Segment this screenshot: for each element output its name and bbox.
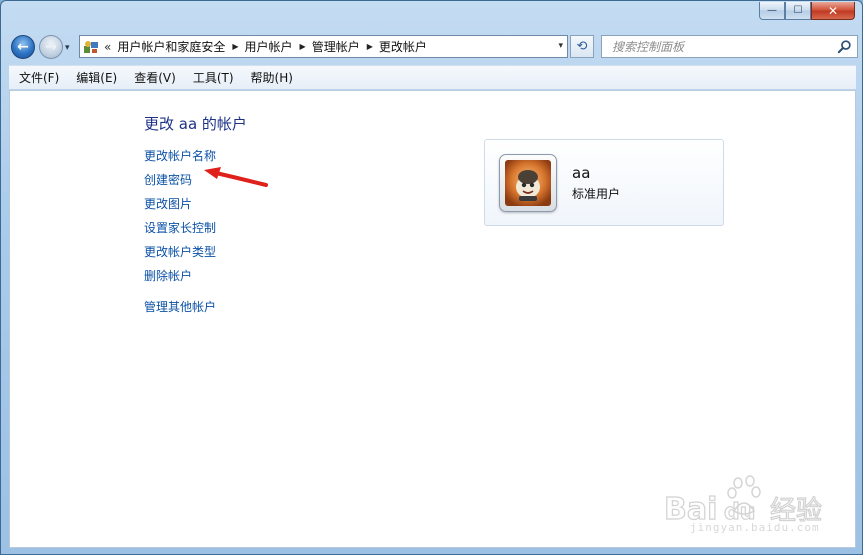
content-pane: 更改 aa 的帐户 更改帐户名称 创建密码 更改图片 设置家长控制 更改帐户类型… <box>9 90 856 548</box>
change-account-name-link[interactable]: 更改帐户名称 <box>144 147 216 164</box>
baidu-watermark-icon: Bai du 经验 <box>664 475 823 525</box>
user-avatar-icon <box>505 160 551 206</box>
caption-buttons: — ☐ ✕ <box>759 2 855 20</box>
account-name: aa <box>572 164 591 182</box>
search-icon[interactable] <box>837 39 852 54</box>
search-box[interactable]: 搜索控制面板 <box>601 35 858 58</box>
watermark-url: jingyan.baidu.com <box>690 521 820 534</box>
breadcrumb-separator[interactable]: ▶ <box>232 42 238 51</box>
breadcrumb-overflow[interactable]: « <box>104 40 111 54</box>
breadcrumb-user-accounts-family-safety[interactable]: 用户帐户和家庭安全 <box>117 38 225 55</box>
breadcrumb-manage-accounts[interactable]: 管理帐户 <box>312 38 360 55</box>
address-history-dropdown[interactable]: ▾ <box>558 41 563 51</box>
delete-account-link[interactable]: 删除帐户 <box>144 267 192 284</box>
control-panel-icon <box>84 40 98 53</box>
account-card: aa 标准用户 <box>484 139 724 226</box>
page-title: 更改 aa 的帐户 <box>144 115 247 133</box>
maximize-button[interactable]: ☐ <box>785 2 811 20</box>
change-account-type-link[interactable]: 更改帐户类型 <box>144 243 216 260</box>
breadcrumb-separator[interactable]: ▶ <box>367 42 373 51</box>
red-arrow-annotation-icon <box>204 167 268 187</box>
forward-button[interactable]: → <box>39 35 63 59</box>
menu-view[interactable]: 查看(V) <box>134 69 176 86</box>
recent-pages-dropdown[interactable]: ▾ <box>65 43 70 53</box>
breadcrumb-user-accounts[interactable]: 用户帐户 <box>245 38 293 55</box>
avatar <box>499 154 557 212</box>
back-button[interactable]: ← <box>11 35 35 59</box>
menu-tools[interactable]: 工具(T) <box>193 69 234 86</box>
menu-file[interactable]: 文件(F) <box>19 69 59 86</box>
create-password-link[interactable]: 创建密码 <box>144 171 192 188</box>
close-button[interactable]: ✕ <box>811 2 855 20</box>
manage-other-accounts-link[interactable]: 管理其他帐户 <box>144 298 216 315</box>
parental-controls-link[interactable]: 设置家长控制 <box>144 219 216 236</box>
breadcrumb-change-account[interactable]: 更改帐户 <box>379 38 427 55</box>
change-picture-link[interactable]: 更改图片 <box>144 195 192 212</box>
control-panel-window: — ☐ ✕ ← → ▾ « 用户帐户和家庭安全 ▶ 用户帐户 ▶ 管理帐户 ▶ … <box>0 0 863 555</box>
menu-help[interactable]: 帮助(H) <box>251 69 293 86</box>
search-input[interactable]: 搜索控制面板 <box>612 38 684 55</box>
menu-edit[interactable]: 编辑(E) <box>76 69 117 86</box>
address-bar[interactable]: « 用户帐户和家庭安全 ▶ 用户帐户 ▶ 管理帐户 ▶ 更改帐户 ▾ <box>79 35 568 58</box>
navigation-bar: ← → ▾ « 用户帐户和家庭安全 ▶ 用户帐户 ▶ 管理帐户 ▶ 更改帐户 ▾… <box>1 31 862 63</box>
refresh-button[interactable]: ⟲ <box>570 35 594 58</box>
minimize-button[interactable]: — <box>759 2 785 20</box>
account-type: 标准用户 <box>572 187 621 201</box>
breadcrumb-separator[interactable]: ▶ <box>300 42 306 51</box>
menu-bar: 文件(F) 编辑(E) 查看(V) 工具(T) 帮助(H) <box>9 65 856 89</box>
title-bar[interactable]: — ☐ ✕ <box>1 1 862 31</box>
